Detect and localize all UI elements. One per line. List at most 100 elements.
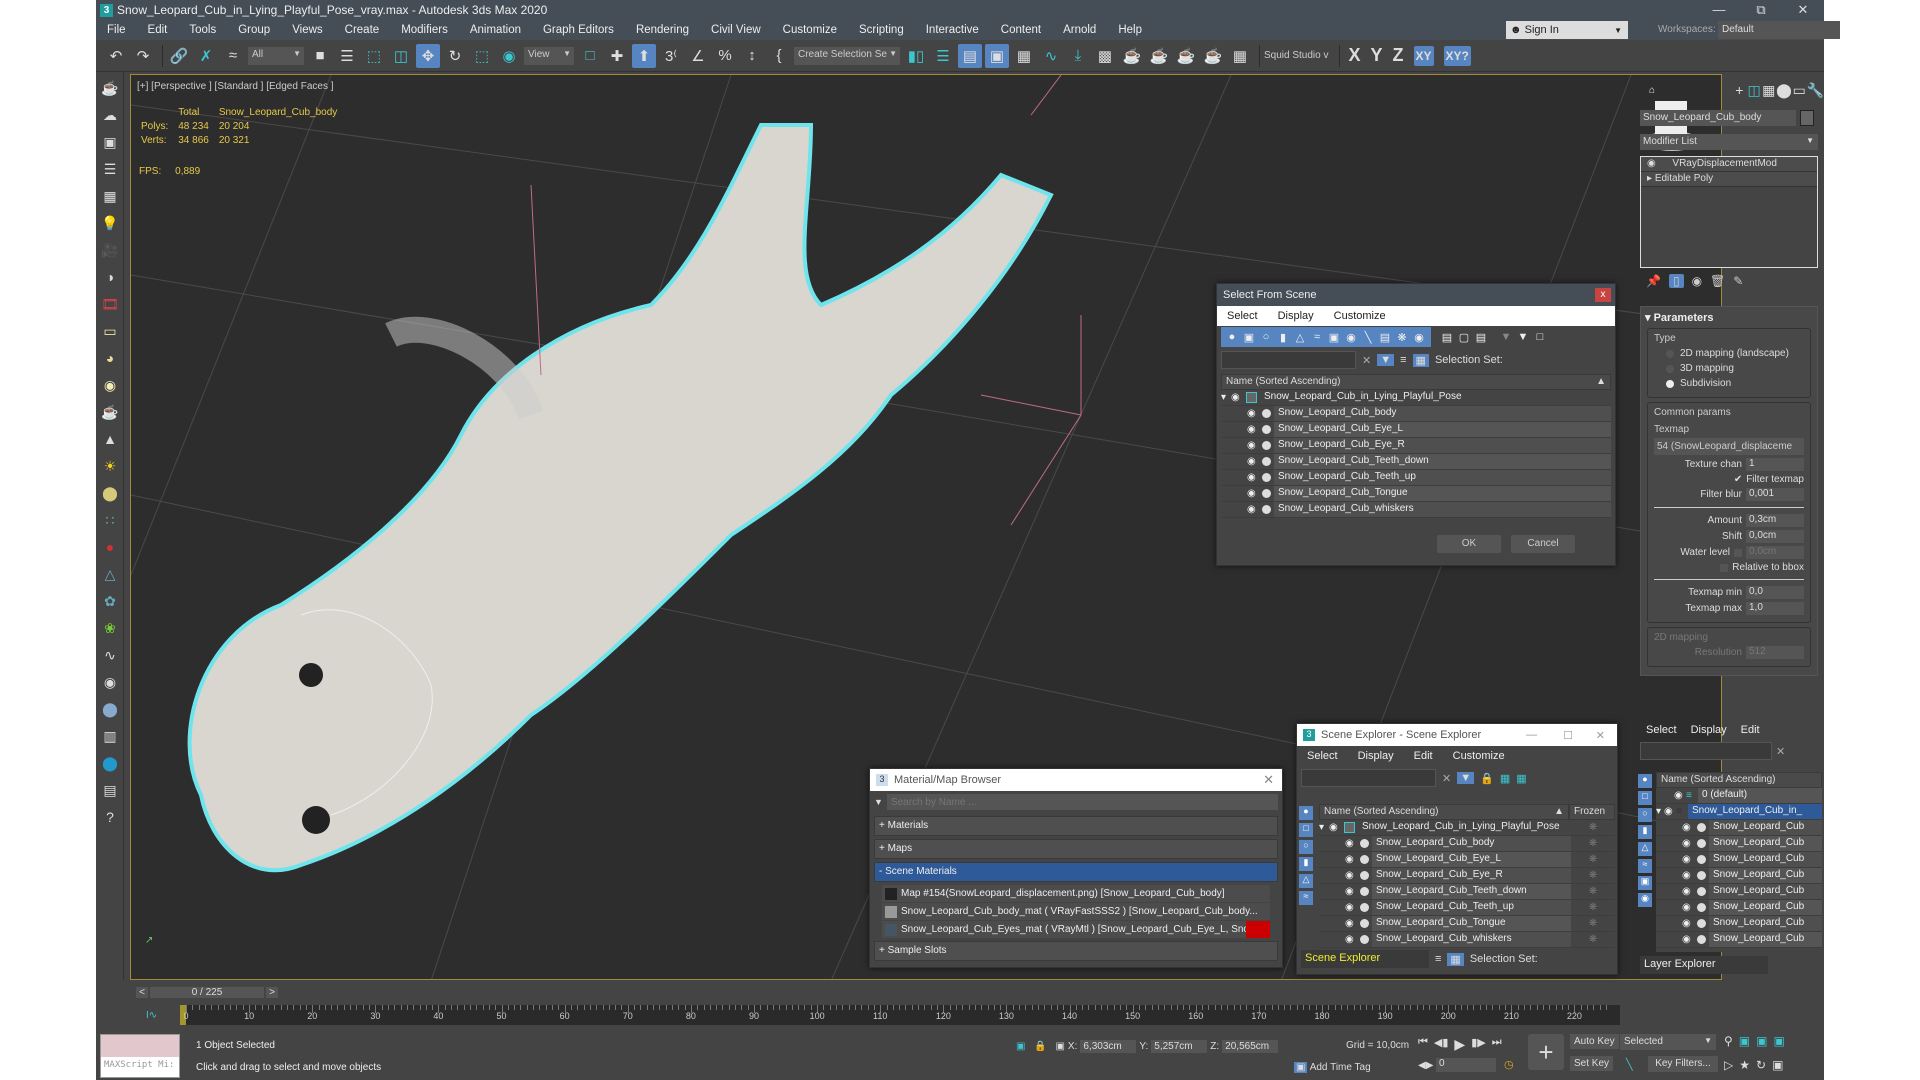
tree-child-row[interactable]: ◉ Snow_Leopard_Cub_whiskers ❋ [1319, 932, 1615, 948]
menu-civil-view[interactable]: Civil View [700, 24, 772, 36]
hierarchy-icon[interactable]: ▦ [1412, 353, 1429, 367]
frozen-icon[interactable]: ❋ [1571, 870, 1615, 881]
se-filter-icon[interactable]: ▼ [1457, 772, 1475, 784]
time-config-icon[interactable]: ◷ [1504, 1058, 1514, 1071]
filter-geometry-icon[interactable]: ● [1638, 774, 1652, 788]
zoom-extents-all-icon[interactable]: ▣ [1773, 1034, 1784, 1048]
frozen-icon[interactable]: ❋ [1571, 902, 1615, 913]
sun-icon[interactable]: ☀ [99, 455, 121, 477]
z-coordinate-field[interactable]: 20,565cm [1222, 1040, 1279, 1053]
walk-through-icon[interactable]: ★ [1739, 1058, 1750, 1072]
se-spacewarps-icon[interactable]: ≈ [1299, 891, 1313, 905]
layer-name-column[interactable]: Name (Sorted Ascending) [1656, 772, 1822, 788]
link-icon[interactable]: 🔗 [167, 44, 191, 68]
axis-z-button[interactable]: Z [1393, 45, 1404, 66]
render-window-icon[interactable]: ▣ [99, 131, 121, 153]
grass-icon[interactable]: ❀ [99, 617, 121, 639]
xrefs-icon[interactable]: ◉ [1343, 331, 1359, 344]
layer-row[interactable]: ◉ ≡ 0 (default) [1656, 788, 1822, 804]
cancel-button[interactable]: Cancel [1511, 535, 1575, 553]
filter-selection-icon[interactable]: ▼ [1377, 354, 1395, 366]
axis-x-button[interactable]: X [1349, 45, 1361, 66]
layer-explorer-toggle-icon[interactable]: ▣ [985, 43, 1009, 68]
helpers-icon[interactable]: △ [1292, 331, 1308, 344]
filter-icon[interactable]: ▼ [1515, 331, 1531, 343]
zoom-icon[interactable]: ⚲ [1724, 1034, 1733, 1048]
visibility-eye-icon[interactable]: ◉ [1247, 472, 1259, 483]
selection-lock-icon[interactable]: 🔒 [1034, 1041, 1046, 1052]
tree-child-row[interactable]: ◉ Snow_Leopard_Cub [1656, 852, 1822, 868]
visibility-eye-icon[interactable]: ◉ [1682, 854, 1694, 865]
unlink-icon[interactable]: ✗ [194, 44, 218, 68]
visibility-eye-icon[interactable]: ◉ [1682, 870, 1694, 881]
filter-cameras-icon[interactable]: ▮ [1638, 825, 1652, 839]
filter-blur-spinner[interactable]: 0,001 [1746, 488, 1804, 501]
mmb-search-input[interactable] [886, 794, 1278, 810]
texmap-max-spinner[interactable]: 1,0 [1746, 602, 1804, 615]
visibility-eye-icon[interactable]: ◉ [1345, 934, 1357, 945]
se-search-input[interactable] [1301, 769, 1436, 787]
shapes-icon[interactable]: ▣ [1241, 331, 1257, 344]
section-maps[interactable]: + Maps [874, 839, 1278, 859]
visibility-eye-icon[interactable]: ◉ [1682, 886, 1694, 897]
tree-child-row[interactable]: ◉ Snow_Leopard_Cub [1656, 884, 1822, 900]
texmap-min-spinner[interactable]: 0,0 [1746, 586, 1804, 599]
align-icon[interactable]: ☰ [931, 44, 955, 68]
timeline-track[interactable]: 0 10 20 30 40 50 60 70 80 90 100 110 120 130 140 150 160… [180, 1005, 1620, 1025]
mmb-close-button[interactable]: ✕ [1263, 772, 1274, 788]
proxy-icon[interactable]: △ [99, 563, 121, 585]
teapot-icon[interactable]: ☕ [99, 77, 121, 99]
clear-search-icon[interactable]: ✕ [1362, 354, 1371, 367]
filter-helpers-icon[interactable]: △ [1638, 842, 1652, 856]
viewport-label[interactable]: [+] [Perspective ] [Standard ] [Edged Fa… [137, 81, 334, 92]
light-bulb-icon[interactable]: 💡 [99, 212, 121, 234]
maxscript-listener[interactable]: MAXScript Mi: [100, 1034, 180, 1078]
tree-child-row[interactable]: ◉ Snow_Leopard_Cub [1656, 916, 1822, 932]
radio-2d-mapping[interactable]: 2D mapping (landscape) [1666, 348, 1792, 359]
se-layers-icon[interactable]: ≡ [1435, 953, 1441, 965]
zoom-extents-icon[interactable]: ▣ [1756, 1034, 1767, 1048]
containers-icon[interactable]: ▤ [1377, 331, 1393, 344]
display-tab-icon[interactable]: ▭ [1792, 80, 1807, 100]
rendered-frame-icon[interactable]: ☕ [1147, 44, 1171, 68]
menu-create[interactable]: Create [334, 24, 391, 36]
bind-spacewarp-icon[interactable]: ≈ [221, 44, 245, 68]
zoom-all-icon[interactable]: ▣ [1739, 1034, 1750, 1048]
se-shapes-icon[interactable]: □ [1299, 823, 1313, 837]
remove-modifier-icon[interactable]: 🗑 [1710, 274, 1725, 288]
window-crossing-icon[interactable]: ◫ [389, 44, 413, 68]
visibility-icon[interactable]: ◉ [1411, 331, 1427, 344]
play-icon[interactable]: ▶ [1454, 1036, 1465, 1053]
material-item[interactable]: Snow_Leopard_Cub_body_mat ( VRayFastSSS2… [882, 903, 1270, 920]
visibility-eye-icon[interactable]: ◉ [1247, 504, 1259, 515]
sfs-menu-display[interactable]: Display [1268, 310, 1324, 322]
radio-3d-mapping[interactable]: 3D mapping [1666, 363, 1792, 374]
lock-icon[interactable]: 🔒 [1480, 772, 1494, 785]
filter-lights-icon[interactable]: ○ [1638, 808, 1652, 822]
search-options-icon[interactable]: ▼ [874, 797, 883, 807]
tree-child-row[interactable]: ◉ Snow_Leopard_Cub_Teeth_down ❋ [1319, 884, 1615, 900]
axis-xy-button[interactable]: XY [1413, 45, 1434, 66]
schematic-view-icon[interactable]: ⤓ [1066, 44, 1090, 68]
key-filters-button[interactable]: Key Filters... [1648, 1056, 1718, 1072]
absolute-mode-icon[interactable]: ▣ [1055, 1041, 1064, 1052]
stack-item-vraydisplacement[interactable]: ◉ VRayDisplacementMod [1641, 157, 1817, 172]
redo-icon[interactable]: ↷ [131, 44, 155, 68]
render-setup-icon[interactable]: ☕ [1120, 44, 1144, 68]
ribbon-icon[interactable]: ▦ [1012, 44, 1036, 68]
geometry-icon[interactable]: ● [1224, 331, 1240, 343]
visibility-eye-icon[interactable]: ◉ [1345, 854, 1357, 865]
ies-light-icon[interactable]: ☕ [99, 401, 121, 423]
render-cloud-icon[interactable]: ☕ [1201, 44, 1225, 68]
layer-menu-edit[interactable]: Edit [1741, 724, 1760, 736]
filter-spacewarps-icon[interactable]: ≈ [1638, 859, 1652, 873]
isolate-icon[interactable]: ▣ [1016, 1041, 1025, 1052]
selection-filter-dropdown[interactable]: All ▼ [248, 46, 304, 65]
key-mode-dropdown[interactable]: Selected ▼ [1620, 1034, 1716, 1050]
visibility-eye-icon[interactable]: ◉ [1682, 934, 1694, 945]
next-key-icon[interactable]: ▮▶ [1471, 1036, 1486, 1053]
expand-all-icon[interactable]: ▦ [1500, 772, 1510, 785]
workspace-dropdown[interactable]: Default [1718, 21, 1840, 39]
toggle-icon[interactable]: ⬤ [99, 752, 121, 774]
material-item[interactable]: Snow_Leopard_Cub_Eyes_mat ( VRayMtl ) [S… [882, 921, 1270, 938]
